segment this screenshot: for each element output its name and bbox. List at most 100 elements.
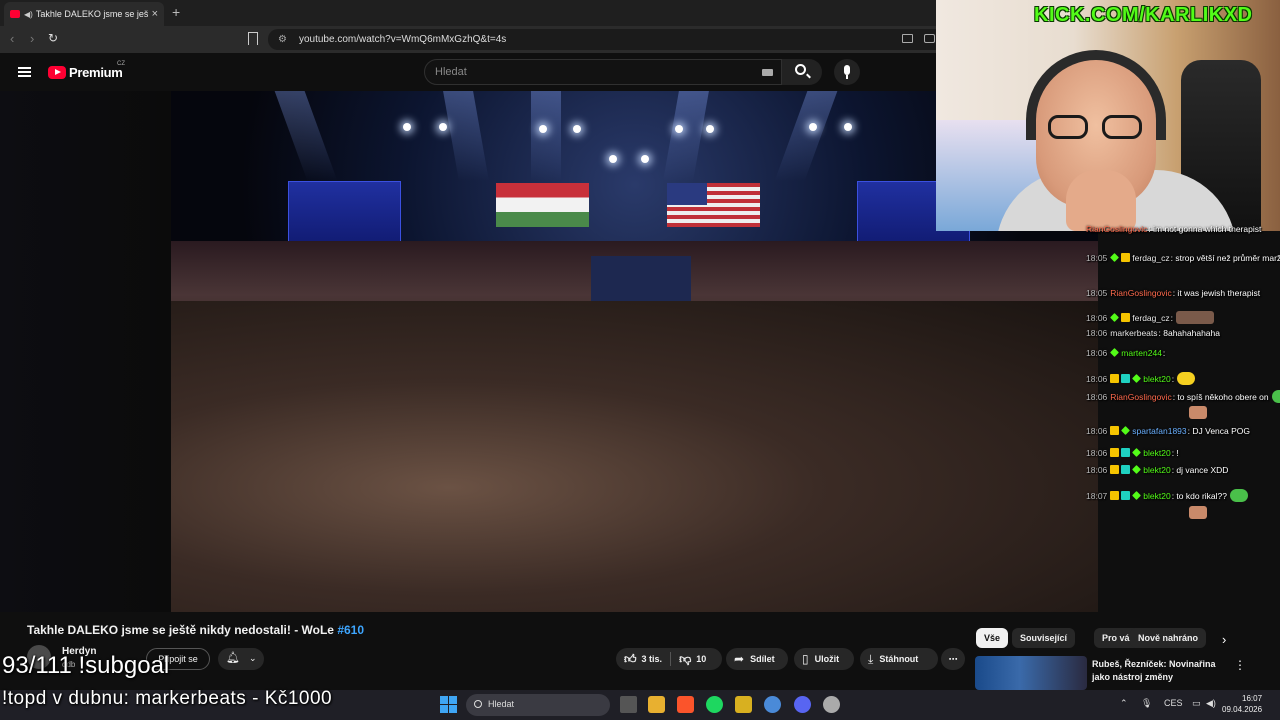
- emote-icon: [1229, 489, 1248, 502]
- stage-light: [675, 125, 683, 133]
- badge-icon: [1110, 426, 1120, 435]
- chat-username: spartafan1893: [1132, 426, 1187, 436]
- chat-text: :: [1162, 348, 1166, 358]
- volume-icon[interactable]: ◀): [1206, 698, 1216, 709]
- task-view-icon[interactable]: [620, 696, 637, 713]
- stage-light: [609, 155, 617, 163]
- screen: ◀) Takhle DALEKO jsme se ještě × + ‹ › ↻…: [0, 0, 1280, 720]
- chip-all[interactable]: Vše: [976, 628, 1009, 648]
- us-flag: [667, 183, 760, 227]
- like-button[interactable]: 👍︎ 3 tis.: [616, 648, 670, 670]
- badge-icon: [1121, 448, 1131, 457]
- share-button[interactable]: ➦ Sdílet: [726, 648, 788, 670]
- chevron-down-icon: ⌄: [249, 653, 257, 663]
- back-icon[interactable]: ‹: [10, 31, 14, 46]
- app-icon[interactable]: [764, 696, 781, 713]
- chat-message: 18:06 ferdag_cz:: [1086, 311, 1214, 324]
- speaker-icon[interactable]: ◀): [24, 10, 33, 19]
- forward-icon[interactable]: ›: [30, 31, 34, 46]
- chat-message: 18:06 RianGoslingovic: to spíš někoho obe…: [1086, 390, 1280, 403]
- badge-icon: [1110, 491, 1120, 500]
- stage-light: [809, 123, 817, 131]
- bookmark-save-icon: ▯: [802, 652, 809, 666]
- keyboard-icon[interactable]: [762, 69, 773, 76]
- premium-wordmark[interactable]: Premium: [69, 65, 123, 80]
- spotify-icon[interactable]: [706, 696, 723, 713]
- voice-search-icon[interactable]: [834, 59, 860, 85]
- notes-app-icon[interactable]: [735, 696, 752, 713]
- system-clock[interactable]: 16:07 09.04.2026: [1222, 693, 1262, 715]
- discord-icon[interactable]: [794, 696, 811, 713]
- stage-light: [844, 123, 852, 131]
- chip-related[interactable]: Související: [1012, 628, 1076, 648]
- chat-message: RianGoslingovic: im not gonna which ther…: [1086, 224, 1261, 235]
- chat-time: 18:06: [1086, 426, 1108, 436]
- badge-icon: [1121, 426, 1131, 435]
- recommendation-title[interactable]: Rubeš, Řezníček: Novinařina jako nástroj…: [1092, 658, 1222, 684]
- search-input[interactable]: Hledat: [424, 59, 782, 85]
- thumbs-down-icon: 👎︎: [679, 651, 692, 666]
- microphone-tray-icon[interactable]: 🎙︎: [1141, 698, 1152, 709]
- save-button[interactable]: ▯ Uložit: [794, 648, 854, 670]
- chat-time: 18:06: [1086, 448, 1108, 458]
- chat-username: RianGoslingovic: [1086, 224, 1148, 234]
- chat-text: : it was jewish therapist: [1172, 288, 1261, 298]
- dislike-button[interactable]: 👎︎ 10: [671, 648, 714, 670]
- recommendation-menu-icon[interactable]: ⋮: [1234, 658, 1246, 672]
- close-tab-icon[interactable]: ×: [152, 8, 158, 20]
- badge-icon: [1110, 348, 1120, 357]
- thumbs-up-icon: 👍︎: [624, 651, 637, 666]
- cast-icon[interactable]: [902, 34, 913, 43]
- stage-light-beam: [443, 91, 489, 181]
- app-icon[interactable]: [823, 696, 840, 713]
- chat-time: 18:06: [1086, 328, 1108, 338]
- badge-icon: [1132, 374, 1142, 383]
- chat-username: blekt20: [1143, 448, 1171, 458]
- youtube-logo-icon[interactable]: [48, 66, 66, 79]
- browser-tab[interactable]: ◀) Takhle DALEKO jsme se ještě ×: [4, 2, 164, 26]
- subscribe-bell-button[interactable]: 🔔︎ ⌄: [218, 648, 264, 670]
- browser-tab-strip: ◀) Takhle DALEKO jsme se ještě × +: [0, 0, 936, 26]
- brave-browser-icon[interactable]: [677, 696, 694, 713]
- chat-time: 18:06: [1086, 348, 1108, 358]
- chip-recently-uploaded[interactable]: Nově nahráno: [1130, 628, 1207, 648]
- menu-icon[interactable]: [18, 67, 31, 77]
- chat-text: : DJ Venca POG: [1187, 426, 1251, 436]
- chat-text: : to spíš někoho obere on: [1172, 392, 1269, 402]
- download-button[interactable]: ⤓ Stáhnout: [860, 648, 938, 670]
- chat-text: : dj vance XDD: [1171, 465, 1229, 475]
- reload-icon[interactable]: ↻: [48, 31, 58, 45]
- episode-hashtag[interactable]: #610: [337, 623, 364, 637]
- crowd-front: [171, 301, 1098, 612]
- chat-username: blekt20: [1143, 465, 1171, 475]
- bell-icon: 🔔︎: [226, 652, 240, 664]
- share-page-icon[interactable]: [924, 34, 935, 43]
- chat-username: ferdag_cz: [1132, 313, 1170, 323]
- language-indicator[interactable]: CES: [1164, 698, 1183, 708]
- bookmark-icon[interactable]: [248, 32, 258, 45]
- glasses: [1048, 115, 1144, 141]
- search-button[interactable]: [782, 59, 822, 85]
- chat-time: 18:06: [1086, 465, 1108, 475]
- chat-time: 18:05: [1086, 288, 1108, 298]
- taskbar-search[interactable]: Hledat: [466, 694, 610, 716]
- windows-start-icon[interactable]: [440, 696, 457, 713]
- chat-username: blekt20: [1143, 374, 1171, 384]
- address-bar[interactable]: ⚙ youtube.com/watch?v=WmQ6mMxGzhQ&t=4s: [268, 29, 936, 50]
- stage-light: [439, 123, 447, 131]
- network-icon[interactable]: ▭: [1192, 698, 1201, 709]
- site-info-icon[interactable]: ⚙: [278, 34, 287, 45]
- stage-light: [573, 125, 581, 133]
- chat-text: : im not gonna which therapist: [1148, 224, 1262, 234]
- chevron-right-icon[interactable]: ›: [1222, 632, 1226, 647]
- chat-username: ferdag_cz: [1132, 253, 1170, 263]
- tray-chevron-icon[interactable]: ⌃: [1120, 698, 1128, 709]
- badge-icon: [1110, 374, 1120, 383]
- top-donor-overlay: !topd v dubnu: markerbeats - Kč1000: [2, 688, 333, 709]
- file-explorer-icon[interactable]: [648, 696, 665, 713]
- badge-icon: [1132, 465, 1142, 474]
- recommendation-thumbnail[interactable]: [975, 656, 1087, 690]
- new-tab-icon[interactable]: +: [172, 4, 180, 20]
- more-actions-button[interactable]: ⋯: [941, 648, 965, 670]
- kick-url-overlay: KICK.COM/KARLIKXD: [1034, 4, 1253, 26]
